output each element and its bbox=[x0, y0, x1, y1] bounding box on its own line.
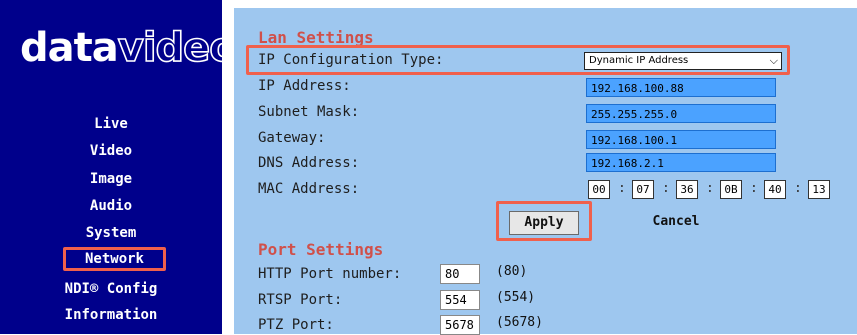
logo-solid-text: data bbox=[20, 25, 119, 71]
nav-item-network[interactable]: Network bbox=[63, 247, 166, 271]
mac-separator: : bbox=[618, 181, 626, 196]
dns-address-label: DNS Address: bbox=[258, 155, 360, 171]
gateway-field[interactable]: 192.168.100.1 bbox=[586, 130, 776, 149]
mac-separator: : bbox=[706, 181, 714, 196]
mac-separator: : bbox=[662, 181, 670, 196]
port-settings-title: Port Settings bbox=[258, 240, 384, 259]
http-port-input[interactable]: 80 bbox=[440, 264, 480, 284]
ip-address-field[interactable]: 192.168.100.88 bbox=[586, 78, 776, 97]
nav-item-image[interactable]: Image bbox=[0, 169, 222, 189]
nav-item-video[interactable]: Video bbox=[0, 141, 222, 161]
ip-config-label: IP Configuration Type: bbox=[258, 52, 444, 68]
mac-octet-5[interactable]: 40 bbox=[764, 180, 786, 199]
ptz-port-label: PTZ Port: bbox=[258, 317, 334, 333]
mac-separator: : bbox=[794, 181, 802, 196]
network-settings-panel: Lan Settings IP Configuration Type: Dyna… bbox=[234, 8, 857, 335]
nav-item-information[interactable]: Information bbox=[0, 305, 222, 325]
datavideo-logo: datavideo bbox=[20, 25, 238, 71]
nav-item-ndi-config[interactable]: NDI® Config bbox=[0, 279, 222, 299]
apply-button[interactable]: Apply bbox=[509, 211, 579, 235]
chevron-down-icon: ⌵ bbox=[769, 54, 778, 67]
sidebar: datavideo Live Video Image Audio System … bbox=[0, 0, 238, 334]
mac-separator: : bbox=[750, 181, 758, 196]
nav-item-audio[interactable]: Audio bbox=[0, 196, 222, 216]
cancel-button[interactable]: Cancel bbox=[642, 211, 710, 235]
gateway-label: Gateway: bbox=[258, 130, 326, 146]
ip-config-select[interactable]: Dynamic IP Address ⌵ bbox=[584, 52, 782, 70]
main-content: Lan Settings IP Configuration Type: Dyna… bbox=[222, 0, 857, 335]
mac-octet-4[interactable]: 0B bbox=[720, 180, 742, 199]
rtsp-port-label: RTSP Port: bbox=[258, 292, 343, 308]
ip-config-value: Dynamic IP Address bbox=[589, 55, 689, 66]
subnet-mask-label: Subnet Mask: bbox=[258, 104, 360, 120]
dns-address-field[interactable]: 192.168.2.1 bbox=[586, 153, 776, 172]
rtsp-port-input[interactable]: 554 bbox=[440, 290, 480, 310]
mac-octet-2[interactable]: 07 bbox=[632, 180, 654, 199]
nav-item-system[interactable]: System bbox=[0, 223, 222, 243]
mac-octet-1[interactable]: 00 bbox=[588, 180, 610, 199]
subnet-mask-field[interactable]: 255.255.255.0 bbox=[586, 104, 776, 123]
rtsp-port-default: (554) bbox=[496, 290, 536, 305]
nav-item-live[interactable]: Live bbox=[0, 114, 222, 134]
logo-outline-text: video bbox=[117, 25, 238, 71]
ptz-port-input[interactable]: 5678 bbox=[440, 315, 480, 335]
ptz-port-default: (5678) bbox=[496, 315, 543, 330]
http-port-label: HTTP Port number: bbox=[258, 266, 402, 282]
ip-address-label: IP Address: bbox=[258, 78, 351, 94]
http-port-default: (80) bbox=[496, 264, 528, 279]
mac-address-label: MAC Address: bbox=[258, 181, 360, 197]
mac-octet-6[interactable]: 13 bbox=[808, 180, 830, 199]
mac-octet-3[interactable]: 36 bbox=[676, 180, 698, 199]
